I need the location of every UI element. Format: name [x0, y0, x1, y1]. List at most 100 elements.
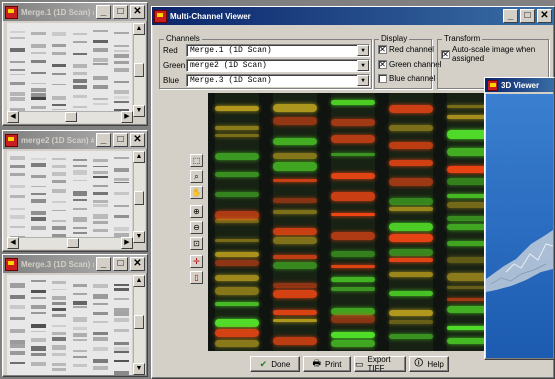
close-button[interactable]: ✕ [130, 133, 145, 147]
vertical-scrollbar[interactable]: ▲ ▼ [133, 275, 145, 375]
gel-band [114, 80, 129, 84]
green-channel-option[interactable]: ✕ Green channel [378, 60, 441, 69]
gel-band [30, 226, 46, 231]
maximize-button[interactable]: □ [520, 9, 535, 23]
minimize-button[interactable]: _ [96, 133, 111, 147]
maximize-button[interactable]: □ [113, 257, 128, 271]
gel-band [72, 317, 88, 322]
gel-window-3-titlebar[interactable]: Merge.3 (1D Scan) #1 _ □ ✕ [3, 255, 147, 273]
selected-value: Merge.3 (1D Scan) [190, 76, 272, 85]
scroll-up-button[interactable]: ▲ [133, 275, 145, 287]
scroll-right-button[interactable]: ▶ [121, 111, 133, 123]
crosshair-icon[interactable]: ✛ [190, 255, 203, 268]
page-icon[interactable]: ▯ [190, 271, 203, 284]
gel-band [51, 165, 67, 168]
checkmark-icon: ✔ [259, 358, 268, 369]
auto-scale-checkbox[interactable]: ✕ [441, 49, 450, 59]
gel-band [10, 304, 25, 309]
chevron-down-icon[interactable]: ▼ [357, 45, 369, 56]
zoom-in-icon[interactable]: ⊕ [190, 205, 203, 218]
scroll-up-button[interactable]: ▲ [133, 23, 145, 35]
scroll-thumb[interactable] [134, 63, 144, 77]
maximize-button[interactable]: □ [113, 5, 128, 19]
help-button[interactable]: 🛈 Help [409, 356, 449, 372]
vertical-scrollbar[interactable]: ▲ ▼ [133, 23, 145, 117]
gel-band [30, 324, 46, 328]
scroll-thumb[interactable] [134, 191, 144, 205]
gel-window-2-titlebar[interactable]: merge2 (1D Scan) #1 _ □ ✕ [3, 131, 147, 149]
pan-hand-icon[interactable]: ✋ [190, 186, 203, 199]
auto-scale-option[interactable]: ✕ Auto-scale image when assigned [441, 45, 554, 63]
zoom-out-icon[interactable]: ⊖ [190, 221, 203, 234]
close-button[interactable]: ✕ [537, 9, 552, 23]
fit-icon[interactable]: ⊡ [190, 237, 203, 250]
fluorescent-band [272, 209, 318, 215]
scroll-down-button[interactable]: ▼ [133, 363, 145, 375]
scroll-up-button[interactable]: ▲ [133, 151, 145, 163]
chevron-down-icon[interactable]: ▼ [357, 60, 369, 71]
minimize-button[interactable]: _ [503, 9, 518, 23]
scroll-thumb[interactable] [134, 315, 144, 329]
blue-channel-option[interactable]: Blue channel [378, 74, 435, 83]
maximize-button[interactable]: □ [113, 133, 128, 147]
red-channel-option[interactable]: ✕ Red channel [378, 45, 434, 54]
horizontal-scrollbar[interactable]: ◀ ▶ [7, 237, 133, 249]
fluorescent-band [330, 100, 376, 105]
export-tiff-button[interactable]: ▭ Export TIFF [354, 355, 406, 373]
horizontal-scrollbar[interactable]: ◀ ▶ [7, 111, 133, 123]
scroll-thumb[interactable] [65, 112, 77, 122]
fluorescent-band [330, 277, 376, 283]
gel-window-1[interactable]: Merge.1 (1D Scan) #1 _ □ ✕ ▲ ▼ ◀ ▶ [2, 2, 148, 126]
print-button[interactable]: 🖶 Print [303, 356, 351, 372]
gel-band [51, 108, 67, 111]
close-button[interactable]: ✕ [130, 5, 145, 19]
scroll-down-button[interactable]: ▼ [133, 105, 145, 117]
gel-band [72, 301, 88, 305]
gel-band [93, 321, 109, 324]
gel-window-1-titlebar[interactable]: Merge.1 (1D Scan) #1 _ □ ✕ [3, 3, 147, 21]
fluorescent-band [330, 307, 376, 316]
gel-band [30, 175, 46, 179]
chevron-down-icon[interactable]: ▼ [357, 75, 369, 86]
gel-band [30, 361, 46, 367]
scroll-thumb[interactable] [67, 238, 79, 248]
minimize-button[interactable]: _ [96, 257, 111, 271]
gel-band [30, 82, 46, 85]
multi-channel-viewer-titlebar[interactable]: Multi-Channel Viewer _ □ ✕ [152, 7, 554, 25]
3d-viewer-titlebar[interactable]: 3D Viewer [485, 78, 554, 92]
3d-surface-view[interactable] [486, 94, 553, 358]
scroll-down-button[interactable]: ▼ [133, 231, 145, 243]
gel-window-3[interactable]: Merge.3 (1D Scan) #1 _ □ ✕ ▲ ▼ [2, 254, 148, 377]
blue-channel-select[interactable]: Merge.3 (1D Scan) ▼ [186, 74, 370, 87]
zoom-region-icon[interactable]: ⌕ [190, 170, 203, 183]
scroll-right-button[interactable]: ▶ [121, 237, 133, 249]
scroll-left-button[interactable]: ◀ [7, 111, 19, 123]
close-button[interactable]: ✕ [130, 257, 145, 271]
vertical-scrollbar[interactable]: ▲ ▼ [133, 151, 145, 243]
fluorescent-band [388, 290, 434, 297]
blue-channel-checkbox[interactable] [378, 74, 387, 83]
select-tool-icon[interactable]: ⬚ [190, 154, 203, 167]
selected-value: Merge.1 (1D Scan) [190, 46, 272, 55]
green-channel-select[interactable]: merge2 (1D Scan) ▼ [186, 59, 370, 72]
scroll-left-button[interactable]: ◀ [7, 237, 19, 249]
gel-window-2[interactable]: merge2 (1D Scan) #1 _ □ ✕ ▲ ▼ ◀ ▶ [2, 130, 148, 252]
fluorescent-band [388, 222, 434, 232]
multichannel-image[interactable] [208, 93, 498, 351]
gel-band [30, 217, 46, 222]
gel-band [93, 159, 109, 162]
gel-band [10, 184, 25, 189]
minimize-button[interactable]: _ [96, 5, 111, 19]
gel-band [93, 76, 109, 80]
3d-viewer-window[interactable]: 3D Viewer [484, 77, 555, 360]
red-channel-select[interactable]: Merge.1 (1D Scan) ▼ [186, 44, 370, 57]
red-channel-checkbox[interactable]: ✕ [378, 45, 387, 54]
gel-band [93, 228, 109, 233]
gel-band [93, 359, 109, 364]
gel-lane [30, 23, 46, 117]
fluorescent-band [272, 319, 318, 323]
green-channel-checkbox[interactable]: ✕ [378, 60, 387, 69]
done-label: Done [271, 359, 291, 369]
done-button[interactable]: ✔ Done [250, 356, 300, 372]
fluorescent-band [214, 238, 260, 243]
